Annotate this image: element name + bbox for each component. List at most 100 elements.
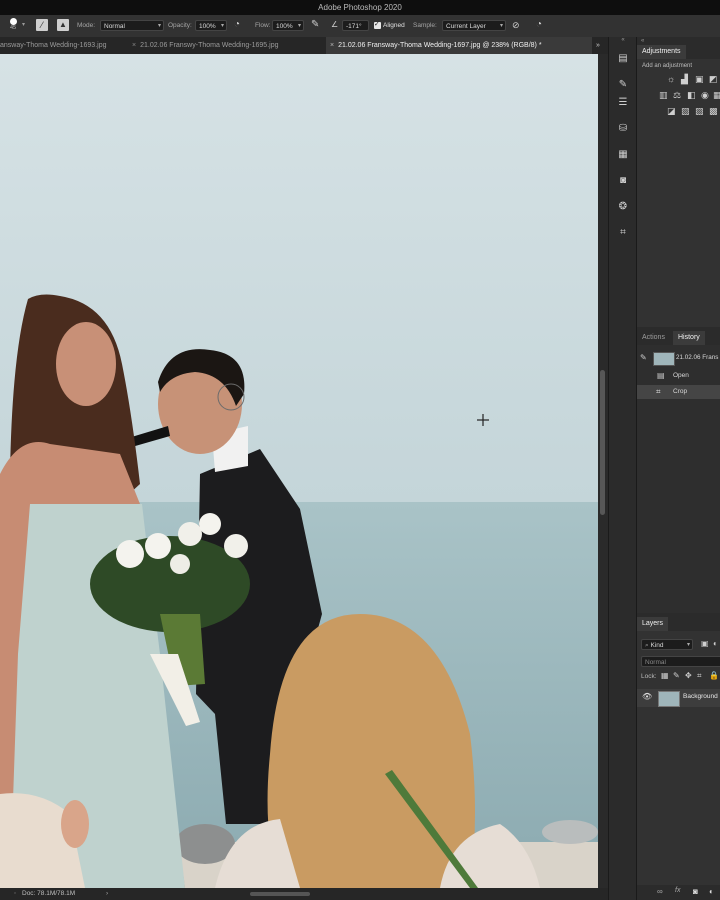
snapshot-thumbnail: [653, 352, 675, 366]
blend-mode-select[interactable]: Normal: [641, 656, 720, 667]
horizontal-scrollbar-thumb[interactable]: [250, 892, 310, 896]
layer-thumbnail: [658, 691, 680, 707]
tab-label: 21.02.06 Franswy-Thoma Wedding-1695.jpg: [140, 42, 279, 49]
exposure-icon[interactable]: ◩: [709, 74, 718, 85]
status-info-icon: ◦: [14, 890, 17, 897]
opacity-label: Opacity:: [168, 22, 192, 29]
lock-artboard-icon[interactable]: ⌗: [697, 671, 702, 681]
app-title: Adobe Photoshop 2020: [318, 3, 402, 12]
bouquet-flower: [199, 513, 221, 535]
collapse-icon[interactable]: «: [609, 37, 637, 43]
tab-history[interactable]: History: [673, 331, 705, 345]
brush-panel-icon[interactable]: ✎: [615, 77, 631, 93]
airbrush-icon[interactable]: ✎: [311, 19, 319, 30]
chevron-down-icon: ▾: [220, 23, 224, 29]
mode-select[interactable]: Normal ▾: [100, 20, 164, 31]
adjustments-hint: Add an adjustment: [642, 63, 693, 69]
document-tab-bar: answay-Thoma Wedding-1693.jpg × 21.02.06 …: [0, 37, 612, 54]
wedding-photo: [0, 54, 598, 888]
eye-icon[interactable]: 👁: [642, 692, 652, 701]
doc-size-info[interactable]: Doc: 78.1M/78.1M: [22, 888, 75, 900]
new-adjustment-icon[interactable]: ◐: [709, 887, 714, 896]
panel-icon-strip: « ▤ ✎ ☰ ⛁ ▦ ◙ ❂ ⌗: [608, 37, 637, 900]
document-canvas[interactable]: [0, 54, 598, 888]
history-snapshot[interactable]: ✎ 21.02.06 Frans: [637, 351, 720, 366]
opacity-value: 100%: [199, 23, 216, 30]
brightness-contrast-icon[interactable]: ☼: [667, 74, 675, 84]
filter-adjustment-icon[interactable]: ◐: [713, 639, 718, 648]
angle-icon: ∠: [331, 20, 339, 29]
history-step[interactable]: ▤ Open: [637, 369, 720, 383]
history-step-label: Open: [673, 372, 689, 379]
document-tab[interactable]: answay-Thoma Wedding-1693.jpg: [0, 37, 130, 54]
brush-settings-panel-icon[interactable]: ☰: [615, 95, 631, 111]
document-icon: ▤: [657, 371, 665, 380]
history-panel-icon[interactable]: ▤: [615, 51, 631, 67]
properties-panel-icon[interactable]: ◙: [615, 173, 631, 189]
channels-panel-icon[interactable]: ❂: [615, 199, 631, 215]
tab-adjustments[interactable]: Adjustments: [637, 45, 686, 59]
levels-icon[interactable]: ▟: [681, 74, 688, 85]
clone-source-icon[interactable]: ▲: [57, 19, 69, 31]
bouquet-flower: [116, 540, 144, 568]
crop-icon: ⌗: [656, 387, 661, 396]
invert-icon[interactable]: ◪: [667, 106, 676, 117]
history-step-selected[interactable]: ⌗ Crop: [637, 385, 720, 399]
close-icon[interactable]: ×: [132, 42, 136, 49]
bouquet-flower: [170, 554, 190, 574]
brush-settings-icon[interactable]: ⁄: [36, 19, 48, 31]
gradient-map-icon[interactable]: ▩: [709, 106, 718, 117]
chevron-down-icon[interactable]: ▾: [22, 21, 25, 28]
tab-label: answay-Thoma Wedding-1693.jpg: [0, 42, 107, 49]
brush-source-icon[interactable]: ✎: [640, 351, 647, 365]
posterize-icon[interactable]: ▧: [681, 106, 690, 117]
opacity-input[interactable]: 100% ▾: [195, 20, 227, 31]
photo-filter-icon[interactable]: ◉: [701, 90, 709, 101]
close-icon[interactable]: ×: [330, 42, 334, 49]
tab-actions[interactable]: Actions: [637, 331, 670, 345]
pressure-size-icon[interactable]: ◔: [536, 19, 542, 30]
layer-style-icon[interactable]: fx: [675, 887, 680, 894]
table-panel-icon[interactable]: ▦: [615, 147, 631, 163]
angle-input[interactable]: -171°: [342, 20, 369, 31]
lock-all-icon[interactable]: 🔒: [709, 671, 719, 680]
lock-transparent-icon[interactable]: ▦: [661, 671, 669, 680]
black-white-icon[interactable]: ◧: [687, 90, 696, 101]
clone-source-panel-icon[interactable]: ⛁: [615, 121, 631, 137]
history-step-label: Crop: [673, 388, 688, 395]
filter-image-icon[interactable]: ▣: [701, 639, 709, 648]
lock-image-icon[interactable]: ✎: [673, 671, 680, 680]
document-tab[interactable]: × 21.02.06 Franswy-Thoma Wedding-1695.jpg: [132, 37, 322, 54]
tab-overflow-button[interactable]: »: [596, 37, 608, 54]
threshold-icon[interactable]: ▨: [695, 106, 704, 117]
mode-value: Normal: [104, 23, 125, 30]
angle-value: -171°: [346, 23, 362, 30]
curves-icon[interactable]: ▣: [695, 74, 704, 85]
chevron-down-icon: ▾: [297, 23, 301, 29]
layer-filter-select[interactable]: ⌕ Kind ▾: [641, 639, 693, 650]
color-balance-icon[interactable]: ⚖: [673, 90, 681, 101]
layer-row-background[interactable]: 👁 Background: [637, 689, 720, 707]
add-mask-icon[interactable]: ◙: [693, 887, 698, 896]
collapse-icon[interactable]: «: [637, 37, 720, 45]
lock-position-icon[interactable]: ✥: [685, 671, 692, 680]
tab-label: 21.02.06 Fransway-Thoma Wedding-1697.jpg…: [338, 42, 542, 49]
bride-face: [56, 322, 116, 406]
snapshot-label: 21.02.06 Frans: [676, 354, 719, 361]
brush-preset-picker[interactable]: 45: [5, 17, 21, 35]
bouquet-flower: [224, 534, 248, 558]
document-tab-active[interactable]: × 21.02.06 Fransway-Thoma Wedding-1697.jp…: [326, 37, 592, 54]
ignore-adjustment-layers-icon[interactable]: ⊘: [512, 20, 520, 31]
transform-panel-icon[interactable]: ⌗: [615, 225, 631, 241]
aligned-checkbox[interactable]: ✓: [374, 21, 381, 29]
filter-kind-value: Kind: [650, 642, 664, 649]
channel-mixer-icon[interactable]: ▦: [713, 90, 720, 101]
vibrance-icon[interactable]: ▥: [659, 90, 668, 101]
tab-layers[interactable]: Layers: [637, 617, 669, 631]
sample-select[interactable]: Current Layer ▾: [442, 20, 506, 31]
scrollbar-thumb[interactable]: [600, 370, 605, 515]
flow-input[interactable]: 100% ▾: [272, 20, 304, 31]
link-layers-icon[interactable]: ∞: [657, 887, 663, 896]
chevron-right-icon[interactable]: ›: [106, 888, 108, 900]
pressure-opacity-icon[interactable]: ◔: [234, 19, 240, 30]
